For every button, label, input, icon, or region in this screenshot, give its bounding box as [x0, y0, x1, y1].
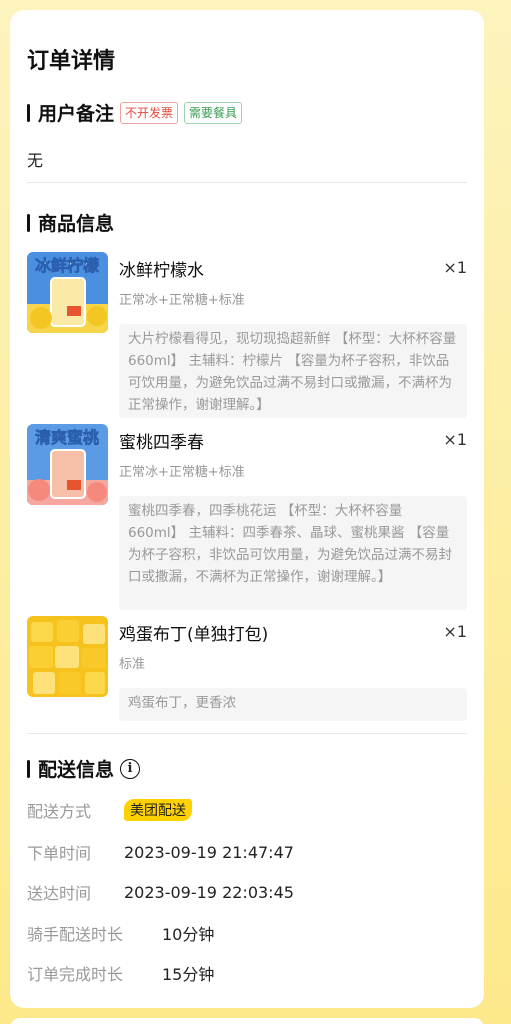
lemon-drink-icon: 冰鲜柠檬 [27, 252, 108, 333]
goods-item[interactable]: 鸡蛋布丁(单独打包) ×1 标准 鸡蛋布丁，更香浓 [27, 616, 467, 722]
delivery-section-header: 配送信息 i [27, 755, 141, 782]
row-value: 2023-09-19 21:47:47 [124, 842, 294, 862]
egg-pudding-icon [27, 616, 108, 697]
row-label: 订单完成时长 [27, 965, 124, 984]
goods-section-title: 商品信息 [38, 213, 115, 235]
remark-content: 无 [27, 151, 44, 170]
item-spec: 标准 [119, 657, 146, 672]
divider [27, 182, 467, 183]
section-bar [27, 103, 30, 122]
row-value: 15分钟 [162, 965, 215, 984]
row-value: 2023-09-19 22:03:45 [124, 882, 294, 902]
item-description: 大片柠檬看得见，现切现捣超新鲜 【杯型：大杯杯容量660ml】 主辅料：柠檬片 … [119, 324, 467, 418]
thumb-text: 冰鲜柠檬 [35, 256, 99, 275]
section-bar [27, 759, 30, 778]
delivery-section-title: 配送信息 [38, 759, 115, 781]
item-name: 鸡蛋布丁(单独打包) [119, 625, 269, 645]
rider-duration-row: 骑手配送时长 10分钟 [27, 921, 214, 945]
divider [27, 733, 467, 734]
order-detail-card: 订单详情 用户备注 不开发票 需要餐具 无 商品信息 冰鲜柠檬 冰鲜柠檬水 ×1… [10, 10, 484, 1008]
item-name: 蜜桃四季春 [119, 433, 204, 453]
section-bar [27, 213, 30, 232]
no-invoice-tag: 不开发票 [120, 101, 179, 124]
arrival-time-row: 送达时间 2023-09-19 22:03:45 [27, 880, 294, 904]
remark-section-title: 用户备注 [38, 103, 115, 125]
goods-item[interactable]: 冰鲜柠檬 冰鲜柠檬水 ×1 正常冰+正常糖+标准 大片柠檬看得见，现切现捣超新鲜… [27, 252, 467, 418]
remark-section-header: 用户备注 不开发票 需要餐具 [27, 99, 243, 126]
item-name: 冰鲜柠檬水 [119, 261, 204, 281]
page-title: 订单详情 [27, 49, 116, 74]
order-time-row: 下单时间 2023-09-19 21:47:47 [27, 840, 294, 864]
item-spec: 正常冰+正常糖+标准 [119, 293, 245, 308]
goods-item[interactable]: 清爽蜜桃 蜜桃四季春 ×1 正常冰+正常糖+标准 蜜桃四季春，四季桃花运 【杯型… [27, 424, 467, 610]
row-label: 骑手配送时长 [27, 925, 124, 944]
delivery-method-badge: 美团配送 [124, 799, 192, 821]
row-label: 下单时间 [27, 844, 92, 863]
next-card-edge [10, 1018, 484, 1024]
item-description: 鸡蛋布丁，更香浓 [119, 688, 467, 721]
info-icon[interactable]: i [120, 758, 141, 779]
item-qty: ×1 [443, 622, 467, 641]
item-qty: ×1 [443, 430, 467, 449]
need-cutlery-tag: 需要餐具 [184, 101, 243, 124]
item-qty: ×1 [443, 258, 467, 277]
item-spec: 正常冰+正常糖+标准 [119, 465, 245, 480]
completion-duration-row: 订单完成时长 15分钟 [27, 961, 214, 985]
thumb-text: 清爽蜜桃 [35, 428, 99, 447]
row-label: 送达时间 [27, 884, 92, 903]
row-label: 配送方式 [27, 802, 92, 821]
item-description: 蜜桃四季春，四季桃花运 【杯型：大杯杯容量660ml】 主辅料：四季春茶、晶球、… [119, 496, 467, 610]
peach-drink-icon: 清爽蜜桃 [27, 424, 108, 505]
row-value: 10分钟 [162, 925, 215, 944]
delivery-method-row: 配送方式 美团配送 [27, 798, 192, 822]
goods-section-header: 商品信息 [27, 209, 114, 236]
